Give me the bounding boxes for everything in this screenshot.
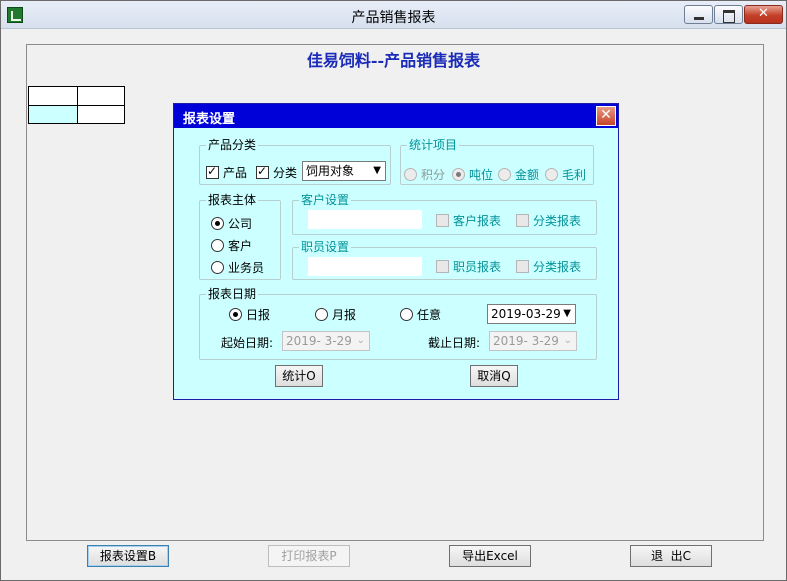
customer-category-report-checkbox[interactable]: 分类报表 — [516, 212, 581, 229]
report-grid[interactable] — [28, 86, 125, 124]
close-icon: ✕ — [758, 6, 769, 21]
grid-cell[interactable] — [78, 87, 124, 106]
subject-option-salesperson[interactable]: 业务员 — [211, 259, 264, 276]
stat-option-amount[interactable]: 金额 — [498, 166, 539, 183]
radio-icon[interactable] — [400, 308, 413, 321]
minimize-button[interactable] — [684, 5, 713, 24]
staff-input[interactable] — [308, 257, 422, 276]
date-option-monthly[interactable]: 月报 — [315, 306, 356, 323]
stat-option-tonnage[interactable]: 吨位 — [452, 166, 493, 183]
staff-category-report-checkbox[interactable]: 分类报表 — [516, 258, 581, 275]
chevron-down-icon: ⌄ — [563, 335, 572, 346]
close-button[interactable]: ✕ — [744, 5, 783, 24]
grid-cell-selected[interactable] — [29, 106, 78, 123]
customer-input[interactable] — [308, 210, 422, 229]
report-settings-button[interactable]: 报表设置B — [87, 545, 169, 567]
date-option-label: 日报 — [246, 308, 271, 322]
stat-button[interactable]: 统计O — [275, 365, 323, 387]
stat-option-profit[interactable]: 毛利 — [545, 166, 586, 183]
exit-button[interactable]: 退 出C — [630, 545, 712, 567]
report-date-value: 2019-03-29 — [491, 307, 561, 321]
report-title: 佳易饲料--产品销售报表 — [306, 51, 481, 70]
subject-option-label: 公司 — [228, 217, 253, 231]
subject-option-customer[interactable]: 客户 — [211, 237, 252, 254]
radio-icon[interactable] — [315, 308, 328, 321]
chevron-down-icon: ⌄ — [356, 335, 365, 346]
date-option-custom[interactable]: 任意 — [400, 306, 441, 323]
radio-icon[interactable] — [211, 261, 224, 274]
subject-option-label: 业务员 — [228, 261, 265, 275]
start-date-value: 2019- 3-29 — [286, 334, 352, 348]
dialog-body: 产品分类 产品 分类 饲用对象 ▼ 统计项目 积分 — [192, 135, 600, 387]
grid-cell[interactable] — [29, 87, 78, 106]
dialog-title-bar[interactable]: 报表设置 ✕ — [174, 104, 618, 128]
product-checkbox[interactable]: 产品 — [206, 164, 247, 181]
checkbox-label: 分类报表 — [533, 214, 582, 228]
checkbox-box[interactable] — [436, 214, 449, 227]
maximize-icon — [715, 7, 742, 23]
chevron-down-icon: ▼ — [373, 165, 381, 176]
report-settings-dialog: 报表设置 ✕ 产品分类 产品 分类 饲用对象 ▼ 统计项目 — [173, 103, 619, 400]
stat-option-label: 积分 — [421, 168, 446, 182]
customer-report-checkbox[interactable]: 客户报表 — [436, 212, 501, 229]
date-option-daily[interactable]: 日报 — [229, 306, 270, 323]
radio-icon[interactable] — [498, 168, 511, 181]
end-date-value: 2019- 3-29 — [493, 334, 559, 348]
radio-icon[interactable] — [211, 239, 224, 252]
minimize-icon — [685, 7, 712, 20]
stat-items-legend: 统计项目 — [407, 138, 460, 152]
checkbox-label: 职员报表 — [453, 260, 502, 274]
title-bar[interactable]: 产品销售报表 ✕ — [1, 1, 786, 29]
main-window: 产品销售报表 ✕ 佳易饲料--产品销售报表 报表设置B 打印报表P 导出Exce… — [0, 0, 787, 581]
subject-option-company[interactable]: 公司 — [211, 215, 252, 232]
start-date-label: 起始日期: — [221, 336, 274, 350]
date-option-label: 月报 — [332, 308, 357, 322]
close-icon: ✕ — [600, 107, 612, 123]
checkbox-label: 分类报表 — [533, 260, 582, 274]
product-checkbox-label: 产品 — [223, 166, 248, 180]
report-date-picker[interactable]: 2019-03-29 ▼ — [487, 304, 576, 324]
radio-icon[interactable] — [545, 168, 558, 181]
export-excel-button[interactable]: 导出Excel — [449, 545, 531, 567]
radio-icon[interactable] — [452, 168, 465, 181]
end-date-picker[interactable]: 2019- 3-29 ⌄ — [489, 331, 577, 351]
subject-legend: 报表主体 — [206, 193, 259, 207]
category-select-value: 饲用对象 — [306, 164, 355, 178]
stat-option-label: 金额 — [515, 168, 540, 182]
stat-option-label: 毛利 — [562, 168, 587, 182]
checkbox-box[interactable] — [436, 260, 449, 273]
print-report-button[interactable]: 打印报表P — [268, 545, 350, 567]
window-title: 产品销售报表 — [351, 10, 436, 26]
chevron-down-icon: ▼ — [563, 308, 571, 319]
category-checkbox[interactable]: 分类 — [256, 164, 297, 181]
report-date-legend: 报表日期 — [206, 287, 259, 301]
dialog-close-button[interactable]: ✕ — [596, 106, 616, 126]
grid-cell[interactable] — [78, 106, 124, 123]
start-date-picker[interactable]: 2019- 3-29 ⌄ — [282, 331, 370, 351]
radio-icon[interactable] — [404, 168, 417, 181]
stat-option-label: 吨位 — [469, 168, 494, 182]
checkbox-box[interactable] — [516, 260, 529, 273]
product-checkbox-box[interactable] — [206, 164, 219, 179]
stat-option-points[interactable]: 积分 — [404, 166, 445, 183]
checkbox-box[interactable] — [516, 214, 529, 227]
dialog-title: 报表设置 — [183, 112, 236, 127]
date-option-label: 任意 — [417, 308, 442, 322]
category-checkbox-box[interactable] — [256, 164, 269, 179]
category-select[interactable]: 饲用对象 ▼ — [302, 161, 386, 181]
product-category-legend: 产品分类 — [206, 138, 259, 152]
subject-option-label: 客户 — [228, 239, 253, 253]
maximize-button[interactable] — [714, 5, 743, 24]
checkbox-label: 客户报表 — [453, 214, 502, 228]
staff-report-checkbox[interactable]: 职员报表 — [436, 258, 501, 275]
staff-settings-legend: 职员设置 — [299, 240, 352, 254]
radio-icon[interactable] — [211, 217, 224, 230]
customer-settings-legend: 客户设置 — [299, 193, 352, 207]
radio-icon[interactable] — [229, 308, 242, 321]
end-date-label: 截止日期: — [428, 336, 481, 350]
cancel-button[interactable]: 取消Q — [470, 365, 518, 387]
category-checkbox-label: 分类 — [273, 166, 298, 180]
